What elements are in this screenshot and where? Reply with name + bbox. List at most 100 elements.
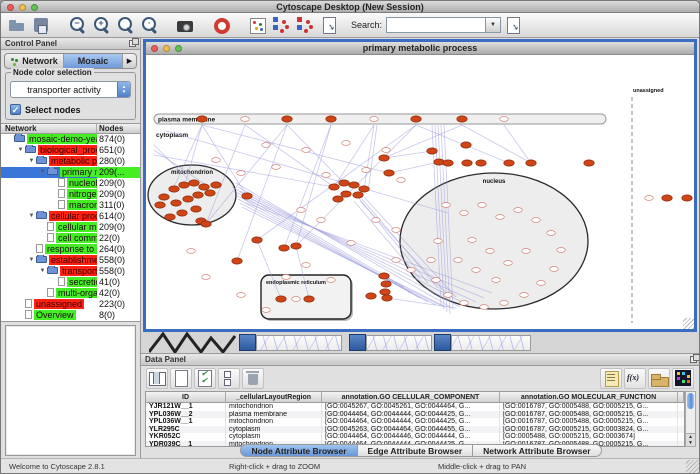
network-node-selected-color[interactable] [476, 160, 486, 166]
view-resize-grip[interactable] [683, 318, 694, 329]
network-node[interactable] [500, 301, 509, 306]
float-panel-icon[interactable] [129, 40, 136, 47]
tree-row[interactable]: ▼primary metabo209(... [1, 167, 140, 178]
network-node-selected-color[interactable] [462, 160, 472, 166]
network-node-selected-color[interactable] [504, 160, 514, 166]
tree-column-headers[interactable]: Network Nodes [1, 123, 140, 134]
table-cell[interactable]: cytoplasm [226, 433, 322, 441]
zoom-in-button[interactable] [89, 14, 113, 36]
network-node[interactable] [522, 249, 531, 254]
select-nodes-checkbox[interactable]: ✓ [10, 104, 21, 115]
table-cell[interactable]: [GO:0016787, GO:0005488, GO:0005215, G..… [500, 411, 678, 419]
table-cell[interactable]: [GO:0045267, GO:0045261, GO:0044464, G..… [322, 403, 500, 411]
membrane-region[interactable] [154, 114, 606, 124]
network-node[interactable] [520, 293, 529, 298]
network-node-selected-color[interactable] [197, 116, 207, 122]
table-header-cell[interactable]: ID [146, 392, 226, 402]
table-row[interactable]: YLR295Ccytoplasm[GO:0045263, GO:0044464,… [146, 426, 684, 434]
network-edge[interactable] [462, 125, 531, 163]
network-node[interactable] [272, 165, 281, 170]
network-node-selected-color[interactable] [443, 160, 453, 166]
tree-row[interactable]: macromolecule311(0) [1, 200, 140, 211]
table-cell[interactable]: YJR121W__1 [146, 403, 226, 411]
network-node[interactable] [262, 308, 271, 313]
network-node-selected-color[interactable] [682, 195, 692, 201]
network-node[interactable] [478, 203, 487, 208]
birdseye-view[interactable] [5, 325, 136, 456]
tree-row[interactable]: ▼biological_process651(0) [1, 145, 140, 156]
network-node-selected-color[interactable] [191, 206, 201, 212]
network-node[interactable] [460, 211, 469, 216]
network-node[interactable] [241, 117, 250, 122]
network-node[interactable] [202, 275, 211, 280]
network-node-selected-color[interactable] [211, 182, 221, 188]
network-node[interactable] [432, 278, 441, 283]
tree-row[interactable]: unassigned223(0) [1, 299, 140, 310]
network-edge[interactable] [284, 125, 331, 248]
attribute-matrix-button[interactable] [672, 368, 694, 389]
table-cell[interactable]: YKR052C [146, 433, 226, 441]
network-node[interactable] [427, 258, 436, 263]
network-node[interactable] [282, 275, 291, 280]
network-node[interactable] [262, 143, 271, 148]
table-cell[interactable]: mitochondrion [226, 418, 322, 426]
table-cell[interactable]: YPL036W__1 [146, 418, 226, 426]
network-node-selected-color[interactable] [329, 184, 339, 190]
table-cell[interactable]: mitochondrion [226, 403, 322, 411]
network-node[interactable] [496, 215, 505, 220]
network-node-selected-color[interactable] [252, 237, 262, 243]
network-node[interactable] [514, 208, 523, 213]
network-node[interactable] [480, 305, 489, 310]
tree-row[interactable]: secretion41(0) [1, 277, 140, 288]
network-node-selected-color[interactable] [341, 191, 351, 197]
background-window-thumbnail[interactable] [149, 332, 239, 353]
scrollbar-thumb[interactable] [687, 393, 694, 409]
network-node-selected-color[interactable] [232, 258, 242, 264]
background-window-titlebar[interactable] [239, 334, 256, 351]
network-node-selected-color[interactable] [169, 186, 179, 192]
network-node-selected-color[interactable] [339, 180, 349, 186]
network-edge[interactable] [384, 151, 432, 158]
network-node-selected-color[interactable] [457, 116, 467, 122]
network-node[interactable] [434, 239, 443, 244]
background-window-titlebar[interactable] [349, 334, 366, 351]
search-input[interactable] [386, 17, 486, 33]
attribute-table[interactable]: ID_cellularLayoutRegionannotation.GO CEL… [145, 391, 685, 447]
network-node[interactable] [392, 228, 401, 233]
network-node[interactable] [212, 158, 221, 163]
network-node-selected-color[interactable] [366, 293, 376, 299]
table-cell[interactable]: [GO:0045263, GO:0044464, GO:0044455, G..… [322, 426, 500, 434]
column-settings-button[interactable] [146, 368, 168, 389]
network-node-selected-color[interactable] [179, 182, 189, 188]
network-node-selected-color[interactable] [434, 159, 444, 165]
network-edge[interactable] [504, 125, 531, 163]
network-node-selected-color[interactable] [379, 273, 389, 279]
table-cell[interactable]: [GO:0016787, GO:0005488, GO:0005215, G..… [500, 403, 678, 411]
network-node-selected-color[interactable] [326, 116, 336, 122]
network-node[interactable] [187, 249, 196, 254]
network-node-selected-color[interactable] [333, 196, 343, 202]
expander-icon[interactable]: ▼ [38, 266, 47, 277]
background-window-titlebar[interactable] [434, 334, 451, 351]
network-node[interactable] [550, 267, 559, 272]
network-node-selected-color[interactable] [279, 245, 289, 251]
unselect-attributes-button[interactable] [218, 368, 240, 389]
formula-builder-button[interactable] [624, 368, 646, 389]
tab-network[interactable]: Network [5, 54, 64, 68]
network-node[interactable] [532, 218, 541, 223]
tab-node-attribute-browser[interactable]: Node Attribute Browser [240, 444, 357, 457]
apply-vizmap-button[interactable] [293, 14, 317, 36]
network-node-selected-color[interactable] [461, 142, 471, 148]
table-row[interactable]: YJR121W__1mitochondrion[GO:0045267, GO:0… [146, 403, 684, 411]
table-cell[interactable]: [GO:0005488, GO:0005215, GO:0003674] [500, 433, 678, 441]
table-row[interactable]: YKR052Ccytoplasm[GO:0044464, GO:0044446,… [146, 433, 684, 441]
zoom-fit-button[interactable] [113, 14, 137, 36]
table-cell[interactable]: YLR295C [146, 426, 226, 434]
network-node-selected-color[interactable] [155, 202, 165, 208]
table-cell[interactable]: [GO:0016787, GO:0005488, GO:0005215, G..… [500, 418, 678, 426]
network-node-selected-color[interactable] [304, 296, 314, 302]
network-node-selected-color[interactable] [381, 281, 391, 287]
network-node-selected-color[interactable] [382, 295, 392, 301]
tree-row[interactable]: ▼establishment of lo558(0) [1, 255, 140, 266]
background-window-strip[interactable] [256, 335, 342, 351]
